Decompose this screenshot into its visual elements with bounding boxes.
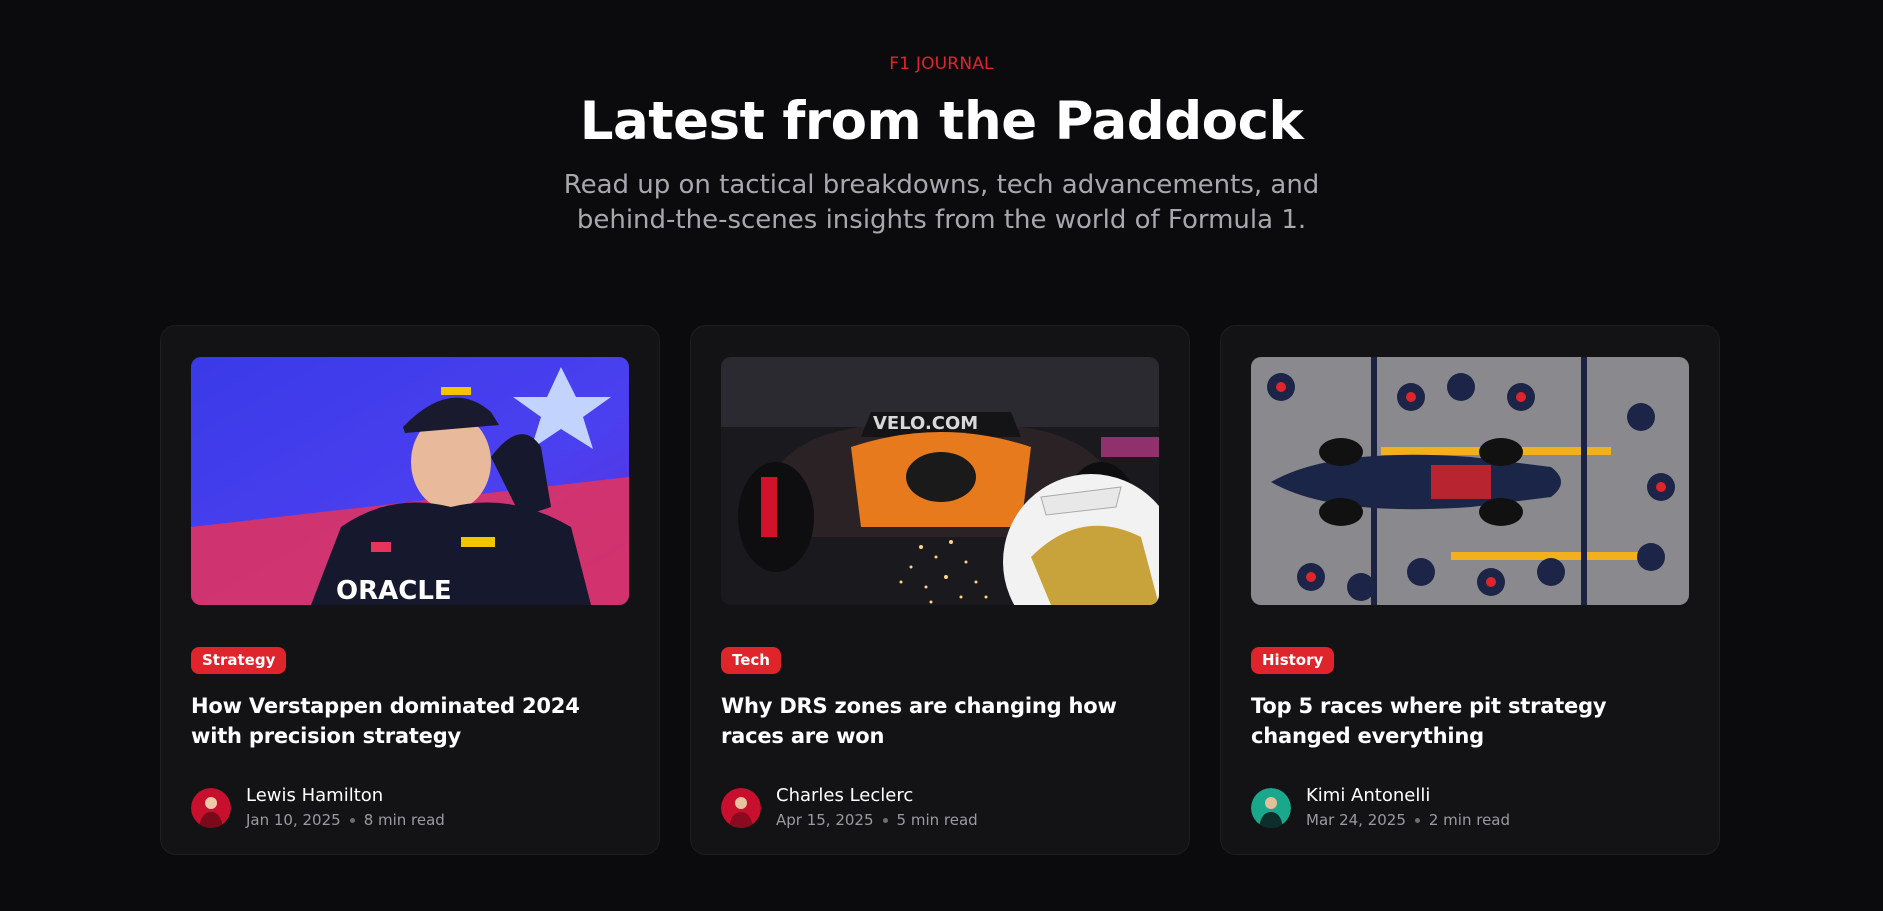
category-badge[interactable]: History xyxy=(1251,647,1335,674)
publish-date: Jan 10, 2025 xyxy=(246,811,341,829)
article-meta: Mar 24, 2025 2 min read xyxy=(1306,810,1510,830)
publish-date: Apr 15, 2025 xyxy=(776,811,874,829)
page-subtitle: Read up on tactical breakdowns, tech adv… xyxy=(563,170,1320,235)
category-badge[interactable]: Tech xyxy=(721,647,781,674)
read-time: 8 min read xyxy=(363,811,445,829)
author-name: Charles Leclerc xyxy=(776,785,914,806)
pit-stop-photo-icon xyxy=(1251,357,1689,605)
article-meta: Apr 15, 2025 5 min read xyxy=(776,810,978,830)
read-time: 5 min read xyxy=(896,811,978,829)
avatar xyxy=(721,787,761,828)
author-avatar-icon xyxy=(1251,787,1291,828)
article-grid: ORACLE Strategy How Verstappen dominated… xyxy=(160,325,1720,855)
author-name: Lewis Hamilton xyxy=(246,785,384,806)
section-header: F1 JOURNAL Latest from the Paddock Read … xyxy=(0,0,1883,238)
avatar xyxy=(191,787,231,828)
separator-dot-icon xyxy=(349,817,355,823)
category-badge[interactable]: Strategy xyxy=(191,647,287,674)
article-card[interactable]: VELO.COM Tech Why DRS zones are changing… xyxy=(690,325,1190,855)
article-card[interactable]: History Top 5 races where pit strategy c… xyxy=(1220,325,1720,855)
separator-dot-icon xyxy=(882,817,888,823)
article-title[interactable]: How Verstappen dominated 2024 with preci… xyxy=(191,691,629,751)
author-row: Lewis Hamilton Jan 10, 2025 8 min read xyxy=(191,785,629,830)
article-thumbnail[interactable] xyxy=(1251,357,1689,605)
article-thumbnail[interactable]: ORACLE xyxy=(191,357,629,605)
separator-dot-icon xyxy=(1414,817,1420,823)
article-title[interactable]: Top 5 races where pit strategy changed e… xyxy=(1251,691,1689,751)
article-meta: Jan 10, 2025 8 min read xyxy=(246,810,445,830)
author-row: Charles Leclerc Apr 15, 2025 5 min read xyxy=(721,785,1159,830)
article-card[interactable]: ORACLE Strategy How Verstappen dominated… xyxy=(160,325,660,855)
page-title: Latest from the Paddock xyxy=(579,91,1304,152)
svg-text:VELO.COM: VELO.COM xyxy=(873,413,978,434)
publish-date: Mar 24, 2025 xyxy=(1306,811,1406,829)
author-avatar-icon xyxy=(191,787,231,828)
eyebrow-label: F1 JOURNAL xyxy=(889,54,994,74)
article-thumbnail[interactable]: VELO.COM xyxy=(721,357,1159,605)
svg-text:ORACLE: ORACLE xyxy=(336,576,452,605)
avatar xyxy=(1251,787,1291,828)
driver-podium-photo-icon: ORACLE xyxy=(191,357,629,605)
author-row: Kimi Antonelli Mar 24, 2025 2 min read xyxy=(1251,785,1689,830)
author-avatar-icon xyxy=(721,787,761,828)
read-time: 2 min read xyxy=(1428,811,1511,829)
car-sparks-photo-icon: VELO.COM xyxy=(721,357,1159,605)
author-name: Kimi Antonelli xyxy=(1306,785,1431,806)
article-title[interactable]: Why DRS zones are changing how races are… xyxy=(721,691,1159,751)
